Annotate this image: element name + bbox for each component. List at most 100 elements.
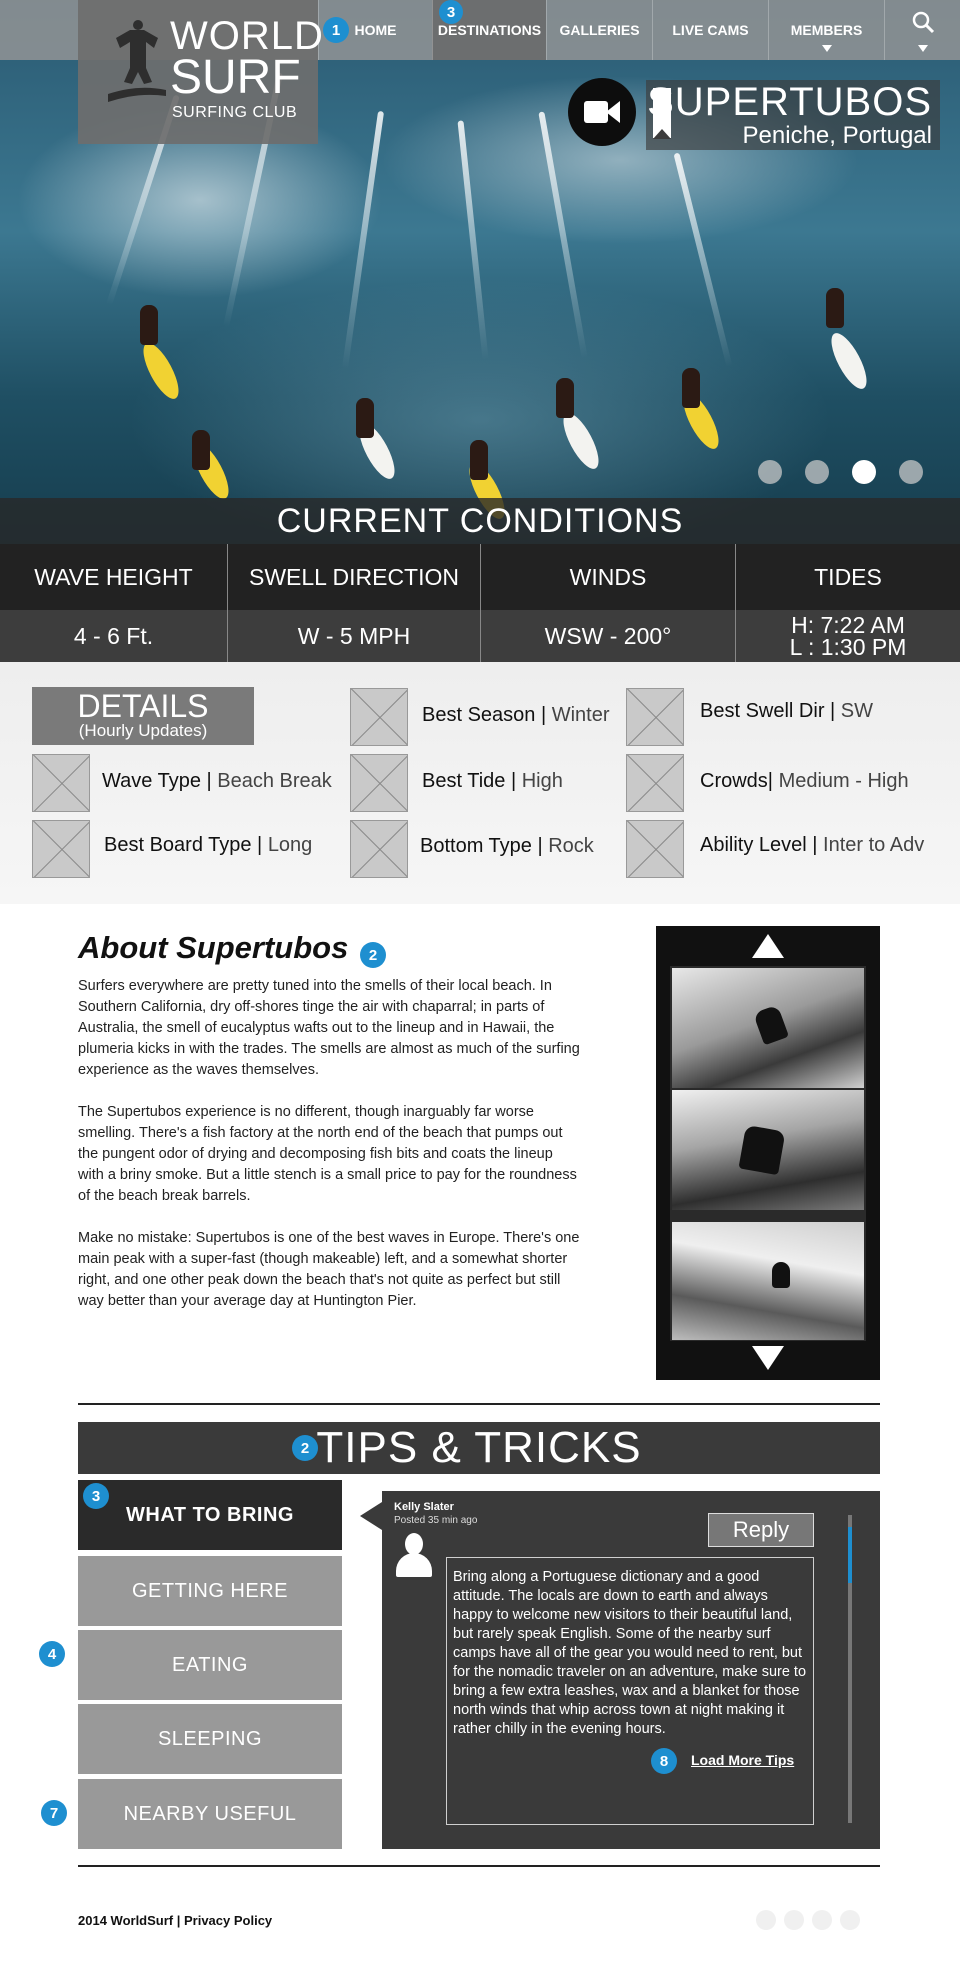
tab-pointer (360, 1502, 382, 1530)
site-logo[interactable]: WORLD SURF SURFING CLUB (78, 0, 323, 144)
detail-value: Long (267, 834, 313, 856)
detail-crowds: Crowds| Medium - High (700, 770, 909, 792)
wave-type-image-placeholder (32, 754, 90, 812)
wave-spray (341, 110, 385, 370)
annotation-badge: 4 (39, 1641, 65, 1667)
nav-destinations-label: DESTINATIONS (437, 22, 542, 38)
gallery-down-arrow-icon[interactable] (752, 1346, 784, 1370)
board-type-image-placeholder (32, 820, 90, 878)
live-cam-button[interactable] (568, 78, 636, 146)
tab-getting-here[interactable]: GETTING HERE (78, 1556, 342, 1626)
wave-spray (673, 152, 733, 368)
logo-tagline: SURFING CLUB (172, 104, 298, 121)
surfer-figure (140, 305, 158, 345)
detail-value: Inter to Adv (823, 834, 925, 856)
tip-post-panel: Kelly Slater Posted 35 min ago Reply Bri… (382, 1491, 880, 1849)
surfer-figure (192, 430, 210, 470)
details-subtitle: (Hourly Updates) (78, 721, 208, 740)
annotation-badge: 7 (41, 1800, 67, 1826)
crowds-image-placeholder (626, 754, 684, 812)
condition-label-swell-direction: SWELL DIRECTION (228, 544, 481, 610)
load-more-tips-link[interactable]: Load More Tips (691, 1752, 794, 1768)
hero-banner: WORLD SURF SURFING CLUB HOME 1 DESTINATI… (0, 0, 960, 662)
social-icons (756, 1910, 886, 1932)
avatar-body (396, 1553, 432, 1577)
surfer-figure (470, 440, 488, 480)
wave-spray (538, 111, 588, 359)
gallery-up-arrow-icon[interactable] (752, 934, 784, 958)
nav-members-label: MEMBERS (790, 22, 863, 38)
post-author[interactable]: Kelly Slater (394, 1501, 454, 1513)
detail-bottom-type: Bottom Type | Rock (420, 835, 594, 857)
nav-home-label: HOME (354, 22, 397, 38)
social-icon[interactable] (812, 1910, 832, 1930)
post-content-box: Bring along a Portuguese dictionary and … (446, 1557, 814, 1825)
gallery-thumbnail[interactable] (672, 1222, 864, 1340)
about-paragraph: Make no mistake: Supertubos is one of th… (78, 1230, 580, 1309)
detail-value: Medium - High (778, 770, 909, 792)
nav-live-cams[interactable]: LIVE CAMS (652, 0, 768, 60)
gallery-thumbnail[interactable] (672, 1090, 864, 1210)
condition-label-tides: TIDES (736, 544, 960, 610)
tide-low: L : 1:30 PM (789, 634, 907, 660)
surfer-figure (356, 398, 374, 438)
surfboard (556, 408, 606, 474)
swell-dir-image-placeholder (626, 688, 684, 746)
search-button[interactable] (884, 0, 960, 60)
logo-word-world: WORLD (170, 14, 324, 58)
social-icon[interactable] (840, 1910, 860, 1930)
about-body: Surfers everywhere are pretty tuned into… (78, 976, 582, 1333)
footer-text[interactable]: 2014 WorldSurf | Privacy Policy (78, 1913, 272, 1928)
tide-image-placeholder (350, 754, 408, 812)
wave-spray (457, 120, 489, 360)
surfer-figure (682, 368, 700, 408)
detail-label: Best Swell Dir (700, 700, 825, 722)
nav-galleries-label: GALLERIES (559, 22, 640, 38)
tide-high: H: 7:22 AM (791, 612, 905, 638)
video-camera-icon (584, 101, 608, 123)
surfer-figure (826, 288, 844, 328)
scrollbar-thumb[interactable] (848, 1527, 852, 1583)
tab-sleeping[interactable]: SLEEPING (78, 1704, 342, 1774)
condition-label-wave-height: WAVE HEIGHT (0, 544, 228, 610)
gallery-thumbnail[interactable] (672, 968, 864, 1088)
spot-title-box: SUPERTUBOS Peniche, Portugal (646, 80, 940, 150)
detail-best-tide: Best Tide | High (422, 770, 563, 792)
carousel-dot[interactable] (805, 460, 829, 484)
detail-best-swell-dir: Best Swell Dir | SW (700, 700, 874, 722)
annotation-badge: 8 (651, 1748, 677, 1774)
annotation-badge: 1 (323, 17, 349, 43)
tab-what-to-bring[interactable]: WHAT TO BRING (78, 1480, 342, 1550)
tab-label: NEARBY USEFUL (123, 1802, 297, 1825)
spot-name: SUPERTUBOS (647, 80, 932, 124)
nav-members[interactable]: MEMBERS (768, 0, 884, 60)
tab-label: SLEEPING (157, 1727, 263, 1750)
detail-value: Winter (551, 704, 610, 726)
surfer-silhouette (752, 1004, 790, 1046)
social-icon[interactable] (784, 1910, 804, 1930)
detail-value: Beach Break (217, 770, 332, 792)
nav-galleries[interactable]: GALLERIES (546, 0, 652, 60)
social-icon[interactable] (756, 1910, 776, 1930)
condition-value-winds: WSW - 200° (481, 610, 736, 662)
details-section: DETAILS (Hourly Updates) Wave Type | Bea… (0, 662, 960, 904)
section-divider (78, 1403, 880, 1405)
condition-label-winds: WINDS (481, 544, 736, 610)
tab-label: GETTING HERE (131, 1579, 288, 1602)
tab-eating[interactable]: EATING (78, 1630, 342, 1700)
detail-value: SW (840, 700, 874, 722)
carousel-dot[interactable] (899, 460, 923, 484)
surfboard (824, 328, 874, 394)
carousel-dot[interactable] (758, 460, 782, 484)
surfer-logo-icon (108, 20, 166, 102)
avatar-head (405, 1533, 423, 1555)
ability-image-placeholder (626, 820, 684, 878)
carousel-dot-active[interactable] (852, 460, 876, 484)
tab-nearby-useful[interactable]: NEARBY USEFUL (78, 1779, 342, 1849)
tips-heading: TIPS & TRICKS (78, 1422, 880, 1474)
detail-value: High (521, 770, 563, 792)
reply-button[interactable]: Reply (708, 1513, 814, 1547)
conditions-title: CURRENT CONDITIONS (0, 498, 960, 544)
detail-label: Crowds (700, 770, 768, 792)
annotation-badge: 2 (292, 1435, 318, 1461)
